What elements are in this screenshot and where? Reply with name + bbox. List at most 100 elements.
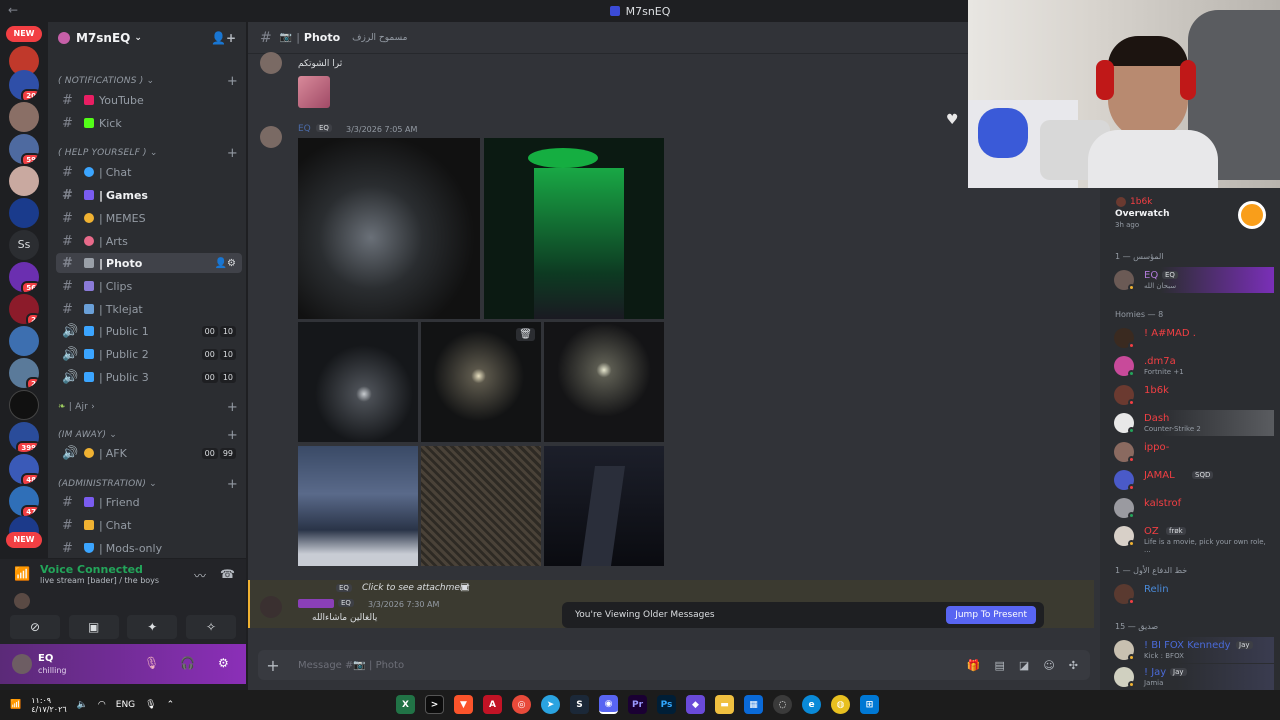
add-channel-icon[interactable]: + bbox=[227, 74, 238, 89]
app-globe-icon[interactable]: ◌ bbox=[773, 695, 792, 714]
gift-icon[interactable]: 🎁 bbox=[967, 659, 981, 672]
user-avatar[interactable] bbox=[12, 654, 32, 674]
gallery-image-moon-1[interactable] bbox=[298, 322, 418, 442]
channel-games[interactable]: # | Games bbox=[56, 185, 242, 205]
file-explorer-icon[interactable]: ▬ bbox=[715, 695, 734, 714]
member-item[interactable]: 1b6k bbox=[1112, 382, 1274, 408]
back-arrow-icon[interactable]: ← bbox=[8, 3, 18, 17]
apps-icon[interactable]: ✣ bbox=[1069, 659, 1078, 672]
server-icon[interactable] bbox=[9, 166, 39, 196]
category-notifications[interactable]: ( NOTIFICATIONS ) ⌄ + bbox=[58, 74, 238, 89]
user-name[interactable]: EQ bbox=[38, 653, 53, 664]
category-im-away[interactable]: (IM AWAY) ⌄ + bbox=[58, 428, 238, 443]
message-author-name[interactable] bbox=[298, 599, 334, 608]
message-avatar[interactable] bbox=[260, 596, 282, 618]
server-icon[interactable]: 48 bbox=[9, 454, 39, 484]
activities-icon[interactable]: ✦ bbox=[127, 615, 178, 639]
premiere-icon[interactable]: Pr bbox=[628, 695, 647, 714]
edge-icon[interactable]: e bbox=[802, 695, 821, 714]
channel-friend[interactable]: # | Friend bbox=[56, 492, 242, 512]
activity-user[interactable]: 1b6k bbox=[1130, 197, 1152, 207]
member-item[interactable]: kalstrof bbox=[1112, 495, 1274, 521]
message-image[interactable] bbox=[298, 76, 330, 108]
app-a-icon[interactable]: A bbox=[483, 695, 502, 714]
delete-icon[interactable]: 🗑 bbox=[516, 328, 535, 341]
channel-public1[interactable]: 🔊 | Public 1 00 10 bbox=[56, 321, 242, 341]
emoji-icon[interactable]: ☺ bbox=[1043, 659, 1054, 672]
server-ss[interactable]: Ss bbox=[9, 230, 39, 260]
message-input[interactable]: Message #📷 | Photo bbox=[298, 660, 404, 671]
user-status[interactable]: chilling bbox=[38, 666, 67, 675]
server-icon[interactable] bbox=[9, 390, 39, 420]
channel-photo[interactable]: # | Photo 👤⚙ bbox=[56, 253, 242, 273]
channel-chat-admin[interactable]: # | Chat bbox=[56, 515, 242, 535]
channel-kick[interactable]: # Kick bbox=[56, 113, 242, 133]
speaker-icon[interactable]: 🔈 bbox=[77, 700, 88, 710]
member-item[interactable]: ! A#MAD . bbox=[1112, 325, 1274, 351]
channel-arts[interactable]: # | Arts bbox=[56, 231, 242, 251]
gallery-image-sand[interactable] bbox=[421, 446, 541, 566]
channel-tklejat[interactable]: # | Tklejat bbox=[56, 299, 242, 319]
add-attachment-icon[interactable]: + bbox=[258, 656, 288, 675]
reply-tag[interactable]: EQ bbox=[336, 584, 352, 592]
chrome-icon[interactable]: ◍ bbox=[831, 695, 850, 714]
add-channel-icon[interactable]: + bbox=[227, 400, 238, 415]
member-item[interactable]: EQ EQ سبحان الله bbox=[1112, 267, 1274, 293]
camera-off-icon[interactable]: ⊘ bbox=[10, 615, 60, 639]
server-icon[interactable] bbox=[9, 102, 39, 132]
server-icon[interactable]: 399 bbox=[9, 422, 39, 452]
server-icon[interactable] bbox=[9, 198, 39, 228]
channel-mods-only[interactable]: # | Mods-only bbox=[56, 538, 242, 558]
wifi-icon[interactable]: ◠ bbox=[98, 700, 106, 710]
voice-status[interactable]: Voice Connected bbox=[40, 563, 143, 576]
gallery-image-tower-night[interactable] bbox=[544, 446, 664, 566]
gallery-image-moon-2[interactable]: 🗑 bbox=[421, 322, 541, 442]
category-help-yourself[interactable]: ( HELP YOURSELF ) ⌄ + bbox=[58, 146, 238, 161]
new-badge-top[interactable]: NEW bbox=[6, 26, 42, 42]
member-item[interactable]: JAMAL SQD bbox=[1112, 467, 1274, 493]
gallery-image-sea[interactable] bbox=[298, 446, 418, 566]
reply-text[interactable]: Click to see attachment bbox=[362, 583, 469, 593]
steam-icon[interactable]: S bbox=[570, 695, 589, 714]
noise-suppression-icon[interactable]: 〰 bbox=[194, 567, 206, 584]
channel-afk[interactable]: 🔊 | AFK 00 99 bbox=[56, 443, 242, 463]
add-channel-icon[interactable]: + bbox=[227, 477, 238, 492]
jump-to-present-button[interactable]: Jump To Present bbox=[946, 606, 1036, 624]
voice-channel[interactable]: live stream [bader] / the boys bbox=[40, 576, 159, 585]
server-tag[interactable]: EQ bbox=[316, 124, 332, 132]
add-user-icon[interactable]: 👤+ bbox=[211, 31, 236, 45]
member-item[interactable]: Dash Counter-Strike 2 bbox=[1112, 410, 1274, 436]
member-item[interactable]: OZ frøk Life is a movie, pick your own rol… bbox=[1112, 523, 1274, 554]
language-indicator[interactable]: ENG bbox=[116, 700, 135, 710]
channel-public2[interactable]: 🔊 | Public 2 00 10 bbox=[56, 344, 242, 364]
channel-memes[interactable]: # | MEMES bbox=[56, 208, 242, 228]
gallery-image-green-tower[interactable] bbox=[484, 138, 664, 319]
server-icon[interactable] bbox=[9, 326, 39, 356]
terminal-icon[interactable]: > bbox=[425, 695, 444, 714]
brave-browser-icon[interactable]: ▼ bbox=[454, 695, 473, 714]
voice-user-avatar[interactable] bbox=[14, 593, 30, 609]
network-icon[interactable]: 📶 bbox=[10, 700, 21, 710]
gallery-image-moon-3[interactable] bbox=[544, 322, 664, 442]
member-item[interactable]: ! Jay Jay Jamia bbox=[1112, 664, 1274, 690]
guild-header[interactable]: M7snEQ ⌄ 👤+ bbox=[48, 22, 246, 54]
heart-reaction-icon[interactable]: ♥ bbox=[946, 112, 959, 128]
excel-icon[interactable]: X bbox=[396, 695, 415, 714]
message-avatar[interactable] bbox=[260, 126, 282, 148]
channel-clips[interactable]: # | Clips bbox=[56, 276, 242, 296]
channel-youtube[interactable]: # YouTube bbox=[56, 90, 242, 110]
photoshop-icon[interactable]: Ps bbox=[657, 695, 676, 714]
server-icon[interactable]: 59 bbox=[9, 134, 39, 164]
server-icon[interactable]: 20 bbox=[9, 70, 39, 100]
discord-taskbar-icon[interactable]: ◉ bbox=[599, 695, 618, 714]
settings-gear-icon[interactable]: ⚙ bbox=[218, 656, 229, 670]
telegram-icon[interactable]: ➤ bbox=[541, 695, 560, 714]
category-administration[interactable]: (ADMINISTRATION) ⌄ + bbox=[58, 477, 238, 492]
gallery-image-palm-moon[interactable] bbox=[298, 138, 480, 319]
gif-icon[interactable]: ▤ bbox=[995, 659, 1005, 672]
screen-share-icon[interactable]: ▣ bbox=[68, 615, 119, 639]
category-ajr[interactable]: ❧ | Ajr › + bbox=[58, 400, 238, 415]
server-icon[interactable]: 2 bbox=[9, 358, 39, 388]
soundboard-icon[interactable]: ✧ bbox=[185, 615, 236, 639]
member-item[interactable]: ippo- bbox=[1112, 439, 1274, 465]
